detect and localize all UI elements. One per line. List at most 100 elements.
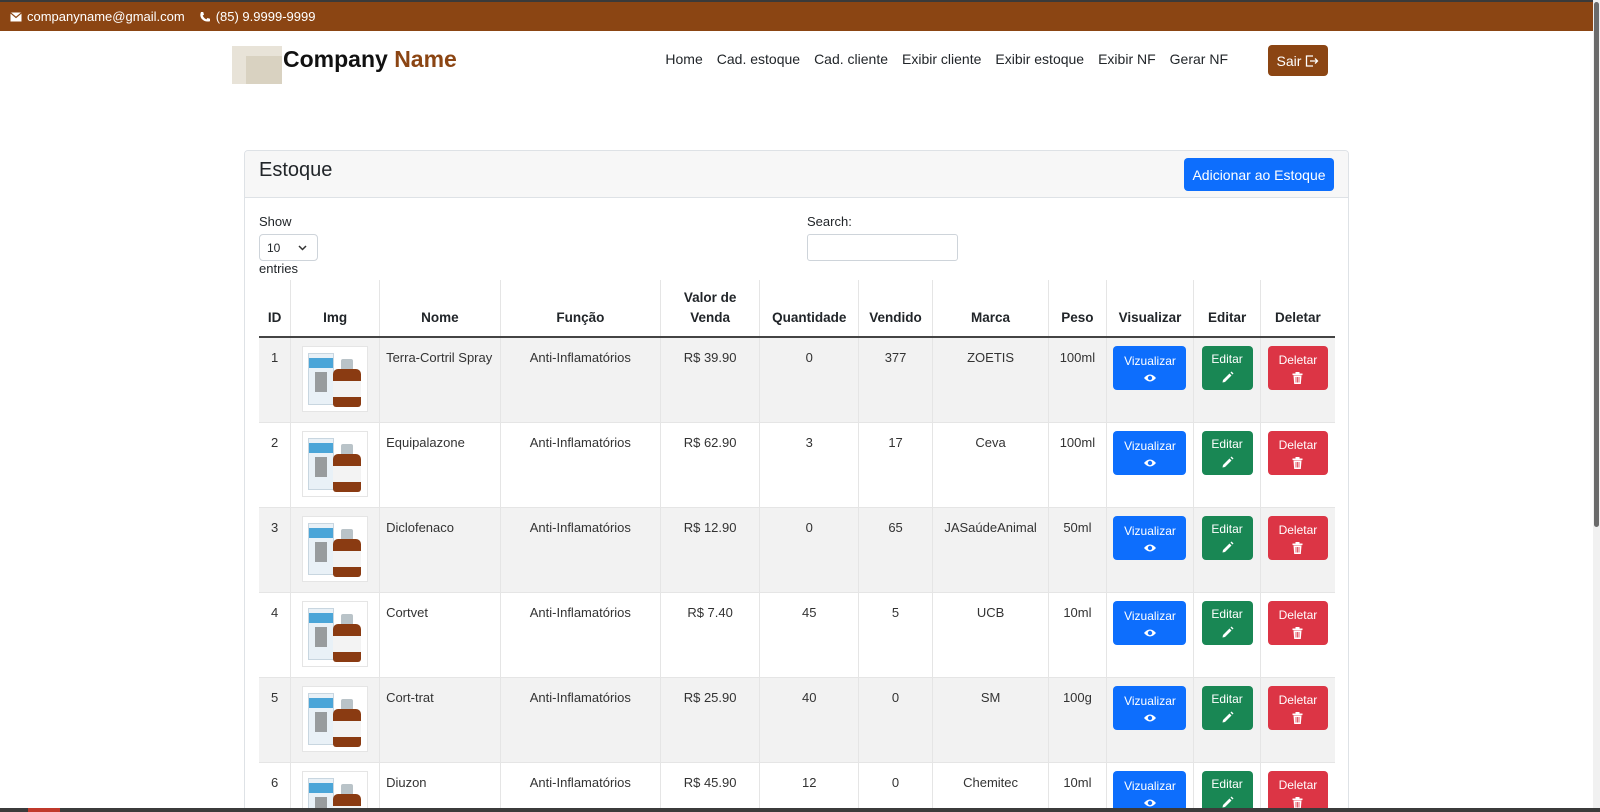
col-header-img[interactable]: Img (290, 280, 380, 338)
edit-button[interactable]: Editar (1201, 601, 1253, 645)
col-header-funcao[interactable]: Função (499, 280, 661, 338)
col-header-marca[interactable]: Marca (931, 280, 1049, 338)
search-input[interactable] (807, 234, 958, 261)
col-header-quantidade[interactable]: Quantidade (759, 280, 859, 338)
pencil-icon (1222, 626, 1234, 638)
trash-icon (1292, 541, 1303, 554)
nav-link-home[interactable]: Home (665, 51, 702, 67)
cell-id: 5 (259, 677, 291, 763)
nav-link-gerar-nf[interactable]: Gerar NF (1170, 51, 1228, 67)
add-to-stock-button[interactable]: Adicionar ao Estoque (1184, 158, 1334, 191)
edit-button[interactable]: Editar (1201, 431, 1253, 475)
col-header-valor-line1: Valor de (683, 290, 737, 305)
table-row: 6 Diuzon Anti-Inflamatórios R$ 45.90 12 … (259, 762, 1335, 812)
scrollbar-thumb[interactable] (1594, 2, 1599, 527)
cell-peso: 10ml (1048, 762, 1107, 812)
cell-nome: Diclofenaco (379, 507, 501, 593)
delete-button[interactable]: Deletar (1267, 771, 1328, 812)
logout-button[interactable]: Sair (1268, 45, 1328, 76)
cell-peso: 10ml (1048, 592, 1107, 678)
delete-button[interactable]: Deletar (1267, 686, 1328, 730)
cell-deletar: Deletar (1259, 592, 1335, 678)
delete-label: Deletar (1278, 777, 1318, 792)
table-body: 1 Terra-Cortril Spray Anti-Inflamatórios… (259, 337, 1335, 812)
product-image (302, 601, 369, 667)
cell-id: 4 (259, 592, 291, 678)
pencil-icon (1222, 541, 1234, 553)
table-controls: Show 10 entries Search: (245, 198, 1348, 280)
cell-vendido: 17 (858, 422, 933, 508)
pencil-icon (1222, 456, 1234, 468)
cell-funcao: Anti-Inflamatórios (499, 507, 661, 593)
cell-id: 2 (259, 422, 291, 508)
delete-button[interactable]: Deletar (1267, 431, 1328, 475)
cell-vendido: 0 (858, 677, 933, 763)
col-header-valor[interactable]: Valor de Venda (660, 280, 760, 338)
eye-icon (1143, 459, 1156, 466)
contact-email: companyname@gmail.com (10, 9, 185, 24)
cell-deletar: Deletar (1259, 337, 1335, 423)
view-button[interactable]: Vizualizar (1113, 771, 1187, 812)
nav-link-cad-estoque[interactable]: Cad. estoque (717, 51, 800, 67)
view-button[interactable]: Vizualizar (1113, 686, 1187, 730)
cell-nome: Terra-Cortril Spray (379, 337, 501, 423)
table-row: 4 Cortvet Anti-Inflamatórios R$ 7.40 45 … (259, 592, 1335, 678)
col-header-valor-line2: Venda (690, 310, 730, 325)
edit-button[interactable]: Editar (1201, 346, 1253, 390)
cell-marca: Ceva (931, 422, 1049, 508)
table-row: 2 Equipalazone Anti-Inflamatórios R$ 62.… (259, 422, 1335, 508)
phone-text: (85) 9.9999-9999 (215, 9, 316, 24)
cell-visualizar: Vizualizar (1105, 762, 1194, 812)
cell-visualizar: Vizualizar (1105, 337, 1194, 423)
eye-icon (1143, 629, 1156, 636)
col-header-editar[interactable]: Editar (1193, 280, 1261, 338)
col-header-deletar[interactable]: Deletar (1259, 280, 1335, 338)
cell-deletar: Deletar (1259, 762, 1335, 812)
col-header-peso[interactable]: Peso (1048, 280, 1107, 338)
pencil-icon (1222, 371, 1234, 383)
col-header-id[interactable]: ID (259, 280, 291, 338)
eye-icon (1143, 714, 1156, 721)
nav-link-cad-cliente[interactable]: Cad. cliente (814, 51, 888, 67)
entries-label: entries (259, 261, 299, 276)
view-button[interactable]: Vizualizar (1113, 346, 1187, 390)
delete-button[interactable]: Deletar (1267, 516, 1328, 560)
nav-link-exibir-cliente[interactable]: Exibir cliente (902, 51, 981, 67)
cell-funcao: Anti-Inflamatórios (499, 337, 661, 423)
cell-deletar: Deletar (1259, 677, 1335, 763)
nav-links: Home Cad. estoque Cad. cliente Exibir cl… (651, 51, 1228, 67)
entries-length-select[interactable]: 10 (259, 234, 318, 261)
cell-quantidade: 0 (759, 507, 859, 593)
cell-marca: UCB (931, 592, 1049, 678)
trash-icon (1292, 796, 1303, 809)
cell-visualizar: Vizualizar (1105, 422, 1194, 508)
nav-link-exibir-nf[interactable]: Exibir NF (1098, 51, 1156, 67)
cell-img (290, 592, 380, 678)
cell-valor: R$ 39.90 (660, 337, 760, 423)
logo-image[interactable] (232, 46, 282, 84)
col-header-nome[interactable]: Nome (379, 280, 501, 338)
cell-deletar: Deletar (1259, 507, 1335, 593)
view-button[interactable]: Vizualizar (1113, 601, 1187, 645)
cell-vendido: 65 (858, 507, 933, 593)
view-button[interactable]: Vizualizar (1113, 431, 1187, 475)
cell-visualizar: Vizualizar (1105, 507, 1194, 593)
col-header-visualizar[interactable]: Visualizar (1105, 280, 1194, 338)
chevron-down-icon (298, 245, 307, 251)
search-label: Search: (807, 214, 852, 229)
edit-button[interactable]: Editar (1201, 771, 1253, 812)
nav-link-exibir-estoque[interactable]: Exibir estoque (995, 51, 1084, 67)
delete-button[interactable]: Deletar (1267, 601, 1328, 645)
vertical-scrollbar[interactable] (1593, 0, 1600, 812)
edit-button[interactable]: Editar (1201, 686, 1253, 730)
cell-vendido: 5 (858, 592, 933, 678)
edit-button[interactable]: Editar (1201, 516, 1253, 560)
col-header-vendido[interactable]: Vendido (858, 280, 933, 338)
cell-nome: Cortvet (379, 592, 501, 678)
view-label: Vizualizar (1124, 608, 1176, 623)
cell-funcao: Anti-Inflamatórios (499, 422, 661, 508)
delete-button[interactable]: Deletar (1267, 346, 1328, 390)
view-button[interactable]: Vizualizar (1113, 516, 1187, 560)
cell-id: 3 (259, 507, 291, 593)
brand-name[interactable]: Company Name (283, 46, 457, 73)
